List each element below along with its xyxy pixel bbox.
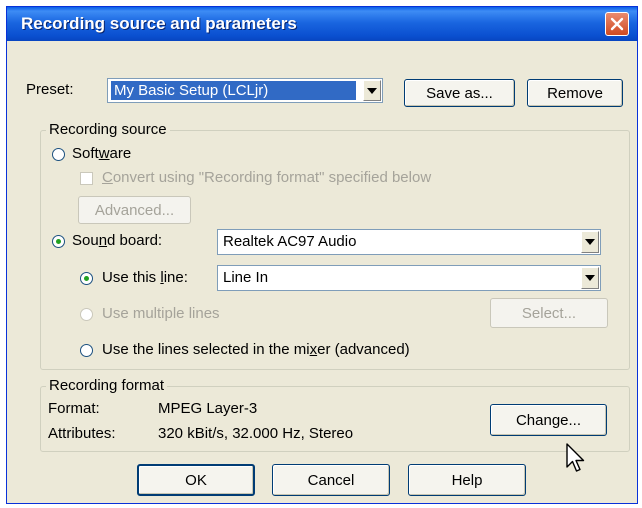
- change-button[interactable]: Change...: [490, 404, 607, 436]
- preset-value: My Basic Setup (LCLjr): [114, 82, 269, 99]
- use-multiple-lines-label: Use multiple lines: [102, 305, 220, 322]
- close-button[interactable]: [605, 12, 629, 36]
- preset-label: Preset:: [26, 81, 74, 98]
- save-as-button[interactable]: Save as...: [404, 79, 515, 107]
- radio-selected-dot: [56, 239, 61, 244]
- line-dropdown-button[interactable]: [581, 267, 599, 289]
- dialog-title: Recording source and parameters: [21, 14, 297, 33]
- close-icon: [610, 17, 624, 31]
- sound-board-radio[interactable]: [52, 235, 65, 248]
- sound-board-value: Realtek AC97 Audio: [223, 233, 357, 250]
- chevron-down-icon: [367, 87, 377, 94]
- remove-button[interactable]: Remove: [527, 79, 623, 107]
- use-this-line-radio[interactable]: [80, 272, 93, 285]
- format-label: Format:: [48, 400, 100, 417]
- advanced-button[interactable]: Advanced...: [78, 196, 191, 224]
- sound-board-dropdown[interactable]: Realtek AC97 Audio: [217, 229, 601, 255]
- recording-format-group-label: Recording format: [46, 377, 168, 394]
- chevron-down-icon: [585, 275, 595, 281]
- sound-board-dropdown-button[interactable]: [581, 231, 599, 253]
- radio-selected-dot: [84, 276, 89, 281]
- preset-dropdown-button[interactable]: [363, 80, 381, 101]
- use-this-line-label: Use this line:: [102, 269, 188, 286]
- attributes-label: Attributes:: [48, 425, 116, 442]
- convert-checkbox[interactable]: [80, 172, 93, 185]
- attributes-value: 320 kBit/s, 32.000 Hz, Stereo: [158, 425, 354, 442]
- line-dropdown[interactable]: Line In: [217, 265, 601, 291]
- use-mixer-lines-label: Use the lines selected in the mixer (adv…: [102, 341, 410, 358]
- use-mixer-lines-radio[interactable]: [80, 344, 93, 357]
- software-radio[interactable]: [52, 148, 65, 161]
- mouse-cursor-icon: [566, 443, 585, 472]
- convert-label: Convert using "Recording format" specifi…: [102, 169, 432, 186]
- line-value: Line In: [223, 269, 269, 286]
- ok-button[interactable]: OK: [137, 464, 255, 496]
- preset-dropdown[interactable]: My Basic Setup (LCLjr): [107, 78, 383, 103]
- software-label: Software: [72, 145, 132, 162]
- recording-source-group-label: Recording source: [46, 121, 170, 138]
- chevron-down-icon: [585, 239, 595, 245]
- help-button[interactable]: Help: [408, 464, 526, 496]
- format-value: MPEG Layer-3: [158, 400, 258, 417]
- use-multiple-lines-radio[interactable]: [80, 308, 93, 321]
- select-button[interactable]: Select...: [490, 298, 608, 328]
- cancel-button[interactable]: Cancel: [272, 464, 390, 496]
- title-bar[interactable]: Recording source and parameters: [7, 7, 637, 41]
- sound-board-label: Sound board:: [72, 232, 163, 249]
